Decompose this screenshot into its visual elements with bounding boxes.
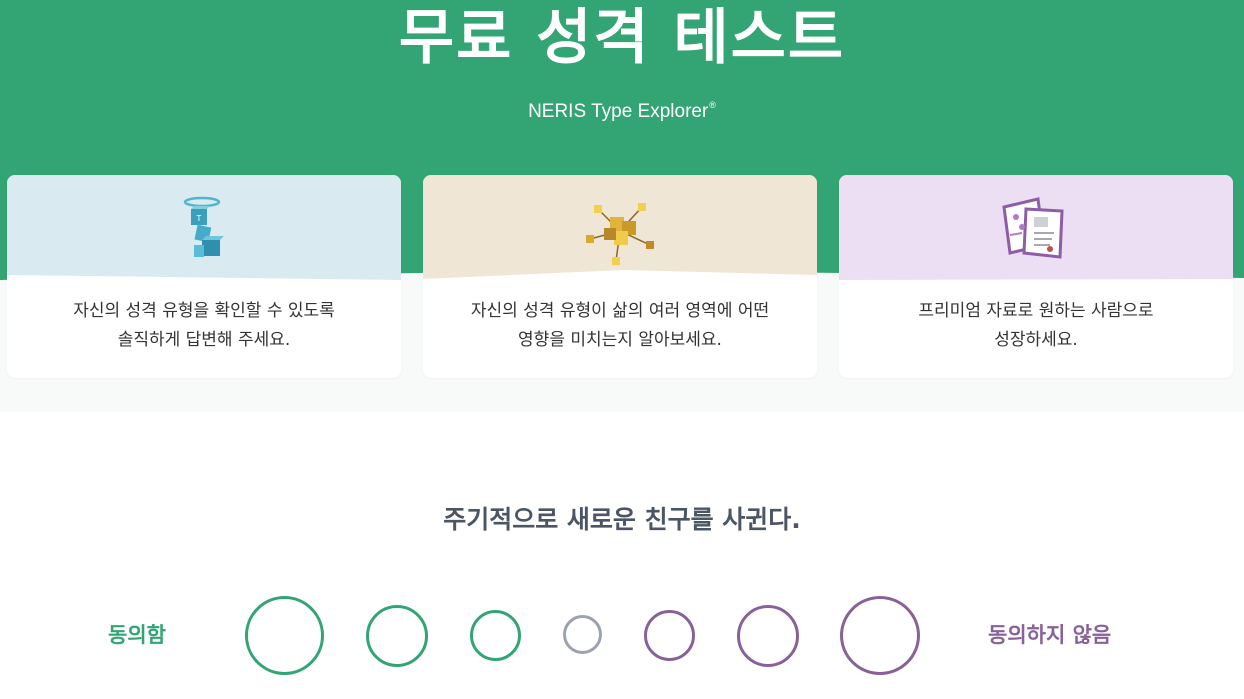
info-card-insight: 자신의 성격 유형이 삶의 여러 영역에 어떤 영향을 미치는지 알아보세요.: [423, 175, 817, 378]
question-text: 주기적으로 새로운 친구를 사귄다.: [443, 505, 801, 534]
documents-icon: [1002, 197, 1064, 259]
answer-disagree[interactable]: [737, 605, 799, 667]
registered-mark: ®: [709, 100, 716, 110]
page-title: 무료 성격 테스트: [398, 3, 846, 73]
agree-label: 동의함: [108, 623, 166, 647]
card-text: 프리미엄 자료로 원하는 사람으로 성장하세요.: [918, 301, 1154, 350]
hero-section: 무료 성격 테스트 NERIS Type Explorer® T 자신의 성격 …: [0, 0, 1244, 412]
disagree-label: 동의하지 않음: [988, 623, 1112, 647]
card-text: 자신의 성격 유형이 삶의 여러 영역에 어떤 영향을 미치는지 알아보세요.: [470, 301, 770, 350]
answer-agree[interactable]: [366, 605, 428, 667]
card-text: 자신의 성격 유형을 확인할 수 있도록 솔직하게 답변해 주세요.: [73, 301, 335, 350]
connected-cubes-icon: [586, 203, 654, 265]
subtitle-text: NERIS Type Explorer: [528, 101, 709, 122]
answer-neutral[interactable]: [563, 615, 602, 654]
answer-strongly-disagree[interactable]: [840, 596, 920, 675]
page-subtitle: NERIS Type Explorer®: [0, 93, 1244, 124]
answer-slightly-disagree[interactable]: [644, 610, 695, 661]
info-card-premium: 프리미엄 자료로 원하는 사람으로 성장하세요.: [839, 175, 1233, 378]
angel-blocks-icon: T: [183, 196, 224, 257]
answer-slightly-agree[interactable]: [470, 610, 521, 661]
info-card-honest: T 자신의 성격 유형을 확인할 수 있도록 솔직하게 답변해 주세요.: [7, 175, 401, 378]
svg-text:T: T: [196, 214, 202, 223]
answer-strongly-agree[interactable]: [245, 596, 324, 675]
